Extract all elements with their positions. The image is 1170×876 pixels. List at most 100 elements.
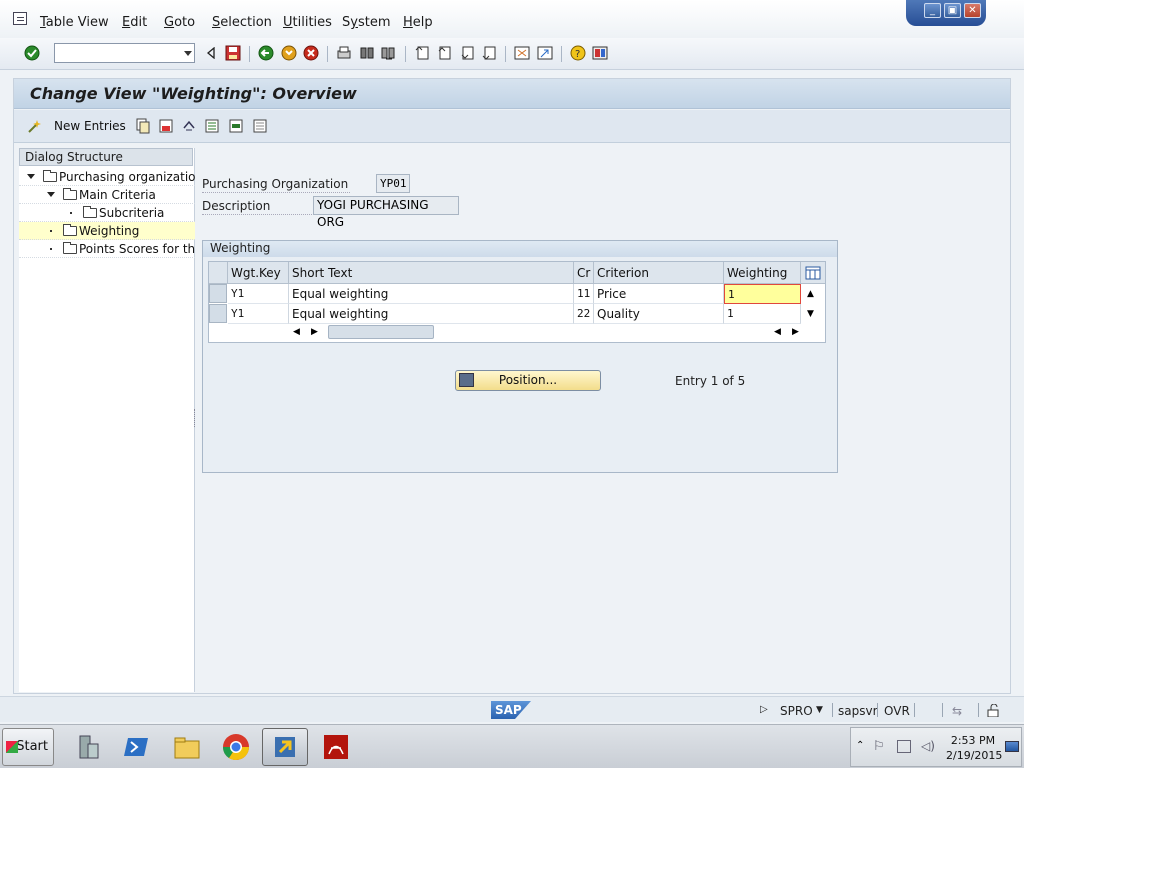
menu-edit[interactable]: Edit xyxy=(122,15,147,30)
menu-goto[interactable]: Goto xyxy=(164,15,195,30)
cancel-icon[interactable] xyxy=(303,45,319,61)
tree-item-purchasing-organization[interactable]: Purchasing organization xyxy=(19,168,195,186)
position-button[interactable]: Position... xyxy=(455,370,601,391)
customize-layout-icon[interactable] xyxy=(592,45,608,61)
find-icon[interactable] xyxy=(359,45,375,61)
clock-date: 2/19/2015 xyxy=(946,749,1003,762)
table-settings[interactable] xyxy=(801,262,825,284)
select-all-column[interactable] xyxy=(209,262,228,284)
restore-button[interactable]: ▣ xyxy=(944,3,961,18)
back-icon[interactable] xyxy=(258,45,274,61)
menu-utilities[interactable]: Utilities xyxy=(283,15,332,30)
close-window-button[interactable]: ✕ xyxy=(964,3,981,18)
deselect-all-icon[interactable] xyxy=(252,118,268,134)
enter-icon[interactable] xyxy=(24,45,40,61)
menu-table-view[interactable]: Table View xyxy=(40,15,109,30)
row-selector[interactable] xyxy=(209,284,227,303)
description-field[interactable]: YOGI PURCHASING ORG xyxy=(313,196,459,229)
splitter-handle[interactable] xyxy=(194,409,196,427)
exit-icon[interactable] xyxy=(281,45,297,61)
taskbar-clock[interactable]: 2:53 PM 2/19/2015 xyxy=(946,733,1003,763)
print-icon[interactable] xyxy=(336,45,352,61)
insert-mode[interactable]: OVR xyxy=(884,704,910,718)
column-header-criterion[interactable]: Criterion xyxy=(594,262,724,284)
first-page-icon[interactable] xyxy=(414,45,430,61)
create-session-icon[interactable] xyxy=(514,45,530,61)
previous-page-icon[interactable] xyxy=(436,45,452,61)
start-button[interactable]: Start xyxy=(2,728,54,766)
chrome-icon[interactable] xyxy=(213,728,259,766)
new-entries-button[interactable]: New Entries xyxy=(54,119,126,133)
status-toggle-icon[interactable]: ▷ xyxy=(760,704,768,715)
tree-item-label: Weighting xyxy=(79,224,140,238)
menu-window-icon[interactable] xyxy=(13,12,27,25)
select-all-icon[interactable] xyxy=(204,118,220,134)
expand-arrow-icon[interactable] xyxy=(27,174,35,179)
open-folder-icon xyxy=(63,224,77,236)
purch-org-field[interactable]: YP01 xyxy=(376,174,410,193)
menu-selection[interactable]: Selection xyxy=(212,15,272,30)
volume-icon[interactable]: ◁) xyxy=(921,739,935,753)
chevron-down-icon[interactable] xyxy=(184,51,192,56)
chevron-down-icon[interactable]: ▼ xyxy=(816,705,823,715)
menu-help[interactable]: Help xyxy=(403,15,433,30)
status-bar: SAP ▷ SPRO ▼ sapsvr OVR ⇆ xyxy=(0,696,1024,722)
weighting-input[interactable]: 1 xyxy=(724,304,801,324)
pdf-reader-icon[interactable] xyxy=(313,728,359,766)
table-cell-criterion: Quality xyxy=(594,304,724,324)
row-selector[interactable] xyxy=(209,304,227,323)
scroll-down-icon[interactable]: ▼ xyxy=(807,309,814,319)
scroll-left-icon[interactable]: ◀ xyxy=(774,327,781,337)
action-center-flag-icon[interactable]: ⚐ xyxy=(873,739,885,754)
scroll-up-icon[interactable]: ▲ xyxy=(807,289,814,299)
powershell-icon[interactable] xyxy=(114,728,160,766)
bullet-icon xyxy=(50,230,52,232)
connection-icon: ⇆ xyxy=(952,704,963,718)
tree-item-points-scores[interactable]: Points Scores for the xyxy=(19,240,195,258)
menu-system[interactable]: System xyxy=(342,15,391,30)
help-icon[interactable]: ? xyxy=(570,45,586,61)
copy-as-icon[interactable] xyxy=(135,118,151,134)
last-page-icon[interactable] xyxy=(481,45,497,61)
tree-item-main-criteria[interactable]: Main Criteria xyxy=(19,186,195,204)
sap-logo: SAP xyxy=(491,701,531,719)
table-cell-wgt-key: Y1 xyxy=(228,284,289,304)
tree-item-weighting[interactable]: Weighting xyxy=(19,222,195,240)
expand-arrow-icon[interactable] xyxy=(47,192,55,197)
weighting-input[interactable]: 1 xyxy=(724,284,801,304)
show-hidden-icons-icon[interactable]: ⌃ xyxy=(856,740,864,751)
server-manager-icon[interactable] xyxy=(64,728,110,766)
show-desktop-icon[interactable] xyxy=(1005,741,1019,752)
save-icon[interactable] xyxy=(225,45,241,61)
command-field[interactable] xyxy=(54,43,195,63)
table-settings-icon xyxy=(805,266,821,280)
system-tray: ⌃ ⚐ ◁) 2:53 PM 2/19/2015 xyxy=(850,727,1022,767)
transaction-code[interactable]: SPRO xyxy=(780,704,813,718)
column-header-weighting[interactable]: Weighting xyxy=(724,262,801,284)
new-entries-icon[interactable] xyxy=(27,118,43,134)
folder-icon xyxy=(43,170,57,182)
column-header-short-text[interactable]: Short Text xyxy=(289,262,574,284)
collapse-command-icon[interactable] xyxy=(203,45,219,61)
description-label: Description xyxy=(202,199,271,213)
table-scrollbar-thumb[interactable] xyxy=(328,325,434,339)
scroll-right-icon[interactable]: ▶ xyxy=(311,327,318,337)
sap-logon-icon[interactable] xyxy=(262,728,308,766)
undo-change-icon[interactable] xyxy=(181,118,197,134)
column-header-cr[interactable]: Cr xyxy=(574,262,594,284)
find-next-icon[interactable] xyxy=(380,45,396,61)
scroll-right-icon[interactable]: ▶ xyxy=(792,327,799,337)
scroll-left-icon[interactable]: ◀ xyxy=(293,327,300,337)
minimize-button[interactable]: _ xyxy=(924,3,941,18)
lock-icon[interactable] xyxy=(987,703,1001,720)
tree-item-subcriteria[interactable]: Subcriteria xyxy=(19,204,195,222)
position-icon xyxy=(459,373,474,387)
delete-icon[interactable] xyxy=(158,118,174,134)
network-icon[interactable] xyxy=(897,740,911,753)
file-explorer-icon[interactable] xyxy=(164,728,210,766)
next-page-icon[interactable] xyxy=(459,45,475,61)
shortcut-icon[interactable] xyxy=(537,45,553,61)
folder-icon xyxy=(83,206,97,218)
select-block-icon[interactable] xyxy=(228,118,244,134)
column-header-wgt-key[interactable]: Wgt.Key xyxy=(228,262,289,284)
